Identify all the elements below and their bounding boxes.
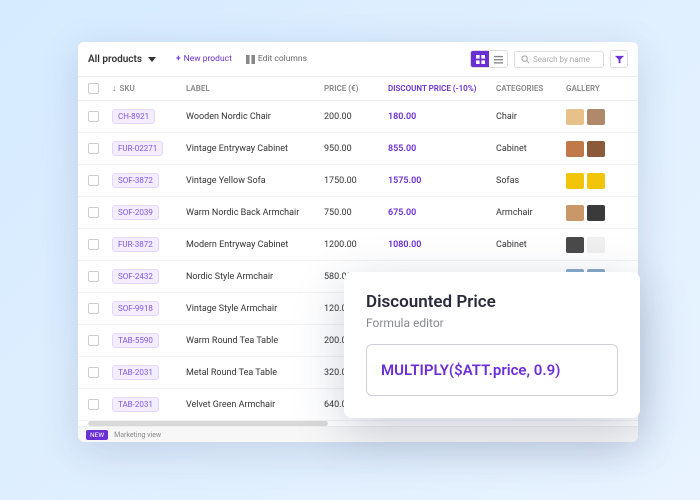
row-checkbox[interactable] bbox=[88, 271, 99, 282]
sku-badge[interactable]: SOF-3872 bbox=[112, 173, 159, 188]
sku-badge[interactable]: TAB-2031 bbox=[112, 397, 159, 412]
table-row[interactable]: SOF-2039 Warm Nordic Back Armchair750.006… bbox=[78, 197, 638, 229]
discount-price: 675.00 bbox=[388, 208, 416, 218]
table-row[interactable]: CH-8921 Wooden Nordic Chair200.00180.00 Ch… bbox=[78, 101, 638, 133]
header-price[interactable]: PRICE (€) bbox=[324, 84, 388, 93]
filter-button[interactable] bbox=[610, 50, 628, 68]
table-row[interactable]: FUR-02271 Vintage Entryway Cabinet950.008… bbox=[78, 133, 638, 165]
row-checkbox[interactable] bbox=[88, 303, 99, 314]
dropdown-label: All products bbox=[88, 54, 142, 65]
footer-bar: NEW Marketing view bbox=[78, 426, 638, 442]
product-label: Velvet Green Armchair bbox=[186, 400, 324, 410]
product-label: Warm Round Tea Table bbox=[186, 336, 324, 346]
grid-icon bbox=[476, 55, 485, 64]
table-header: ↓ SKU LABEL PRICE (€) DISCOUNT PRICE (-1… bbox=[78, 77, 638, 101]
row-checkbox[interactable] bbox=[88, 207, 99, 218]
gallery bbox=[566, 109, 626, 125]
product-price: 950.00 bbox=[324, 144, 388, 154]
gallery-thumbnail[interactable] bbox=[566, 173, 584, 189]
product-category: Sofas bbox=[496, 176, 566, 186]
product-category: Cabinet bbox=[496, 240, 566, 250]
sku-badge[interactable]: TAB-2031 bbox=[112, 365, 159, 380]
gallery-thumbnail[interactable] bbox=[587, 173, 605, 189]
gallery-thumbnail[interactable] bbox=[566, 237, 584, 253]
product-price: 1750.00 bbox=[324, 176, 388, 186]
new-product-button[interactable]: + New product bbox=[172, 51, 236, 67]
gallery bbox=[566, 205, 626, 221]
columns-icon bbox=[246, 55, 255, 64]
header-gallery[interactable]: GALLERY bbox=[566, 84, 626, 93]
formula-input[interactable]: MULTIPLY($ATT.price, 0.9) bbox=[366, 344, 618, 396]
sku-badge[interactable]: TAB-5590 bbox=[112, 333, 159, 348]
row-checkbox[interactable] bbox=[88, 399, 99, 410]
product-label: Modern Entryway Cabinet bbox=[186, 240, 324, 250]
row-checkbox[interactable] bbox=[88, 111, 99, 122]
toolbar: All products + New product Edit columns … bbox=[78, 42, 638, 77]
product-label: Nordic Style Armchair bbox=[186, 272, 324, 282]
formula-editor-popup: Discounted Price Formula editor MULTIPLY… bbox=[344, 272, 640, 418]
gallery-thumbnail[interactable] bbox=[587, 141, 605, 157]
header-categories[interactable]: CATEGORIES bbox=[496, 84, 566, 93]
header-sku[interactable]: ↓ SKU bbox=[112, 83, 186, 94]
list-icon bbox=[494, 55, 503, 64]
product-price: 1200.00 bbox=[324, 240, 388, 250]
gallery-thumbnail[interactable] bbox=[566, 109, 584, 125]
row-checkbox[interactable] bbox=[88, 175, 99, 186]
gallery-thumbnail[interactable] bbox=[566, 141, 584, 157]
gallery-thumbnail[interactable] bbox=[587, 109, 605, 125]
gallery bbox=[566, 237, 626, 253]
row-checkbox[interactable] bbox=[88, 143, 99, 154]
header-discount[interactable]: DISCOUNT PRICE (-10%) bbox=[388, 84, 496, 93]
product-label: Vintage Style Armchair bbox=[186, 304, 324, 314]
sku-badge[interactable]: SOF-9918 bbox=[112, 301, 159, 316]
grid-view-button[interactable] bbox=[471, 51, 489, 67]
products-filter-dropdown[interactable]: All products bbox=[88, 54, 166, 65]
popup-title: Discounted Price bbox=[366, 292, 618, 312]
discount-price: 855.00 bbox=[388, 144, 416, 154]
gallery bbox=[566, 173, 626, 189]
product-price: 200.00 bbox=[324, 112, 388, 122]
list-view-button[interactable] bbox=[489, 51, 507, 67]
header-label[interactable]: LABEL bbox=[186, 84, 324, 93]
edit-columns-button[interactable]: Edit columns bbox=[242, 51, 311, 67]
sku-badge[interactable]: FUR-3872 bbox=[112, 237, 159, 252]
search-input[interactable]: Search by name bbox=[514, 51, 604, 68]
product-category: Chair bbox=[496, 112, 566, 122]
product-label: Wooden Nordic Chair bbox=[186, 112, 324, 122]
select-all-checkbox[interactable] bbox=[88, 83, 99, 94]
sku-badge[interactable]: SOF-2432 bbox=[112, 269, 159, 284]
search-icon bbox=[521, 55, 530, 64]
sku-badge[interactable]: SOF-2039 bbox=[112, 205, 159, 220]
row-checkbox[interactable] bbox=[88, 335, 99, 346]
chevron-down-icon bbox=[148, 57, 156, 62]
sort-icon: ↓ bbox=[112, 83, 117, 94]
product-label: Metal Round Tea Table bbox=[186, 368, 324, 378]
discount-price: 1080.00 bbox=[388, 240, 421, 250]
gallery-thumbnail[interactable] bbox=[587, 237, 605, 253]
product-label: Warm Nordic Back Armchair bbox=[186, 208, 324, 218]
discount-price: 180.00 bbox=[388, 112, 416, 122]
view-toggle bbox=[470, 50, 508, 68]
product-category: Cabinet bbox=[496, 144, 566, 154]
gallery-thumbnail[interactable] bbox=[587, 205, 605, 221]
table-row[interactable]: FUR-3872 Modern Entryway Cabinet1200.0010… bbox=[78, 229, 638, 261]
row-checkbox[interactable] bbox=[88, 239, 99, 250]
product-category: Armchair bbox=[496, 208, 566, 218]
product-label: Vintage Entryway Cabinet bbox=[186, 144, 324, 154]
product-label: Vintage Yellow Sofa bbox=[186, 176, 324, 186]
filter-icon bbox=[615, 55, 624, 64]
product-price: 750.00 bbox=[324, 208, 388, 218]
footer-view-label[interactable]: Marketing view bbox=[114, 431, 161, 439]
row-checkbox[interactable] bbox=[88, 367, 99, 378]
new-badge: NEW bbox=[86, 430, 108, 440]
discount-price: 1575.00 bbox=[388, 176, 421, 186]
sku-badge[interactable]: FUR-02271 bbox=[112, 141, 163, 156]
gallery-thumbnail[interactable] bbox=[566, 205, 584, 221]
popup-subtitle: Formula editor bbox=[366, 316, 618, 330]
table-row[interactable]: SOF-3872 Vintage Yellow Sofa1750.001575.0… bbox=[78, 165, 638, 197]
sku-badge[interactable]: CH-8921 bbox=[112, 109, 155, 124]
gallery bbox=[566, 141, 626, 157]
plus-icon: + bbox=[176, 54, 181, 64]
